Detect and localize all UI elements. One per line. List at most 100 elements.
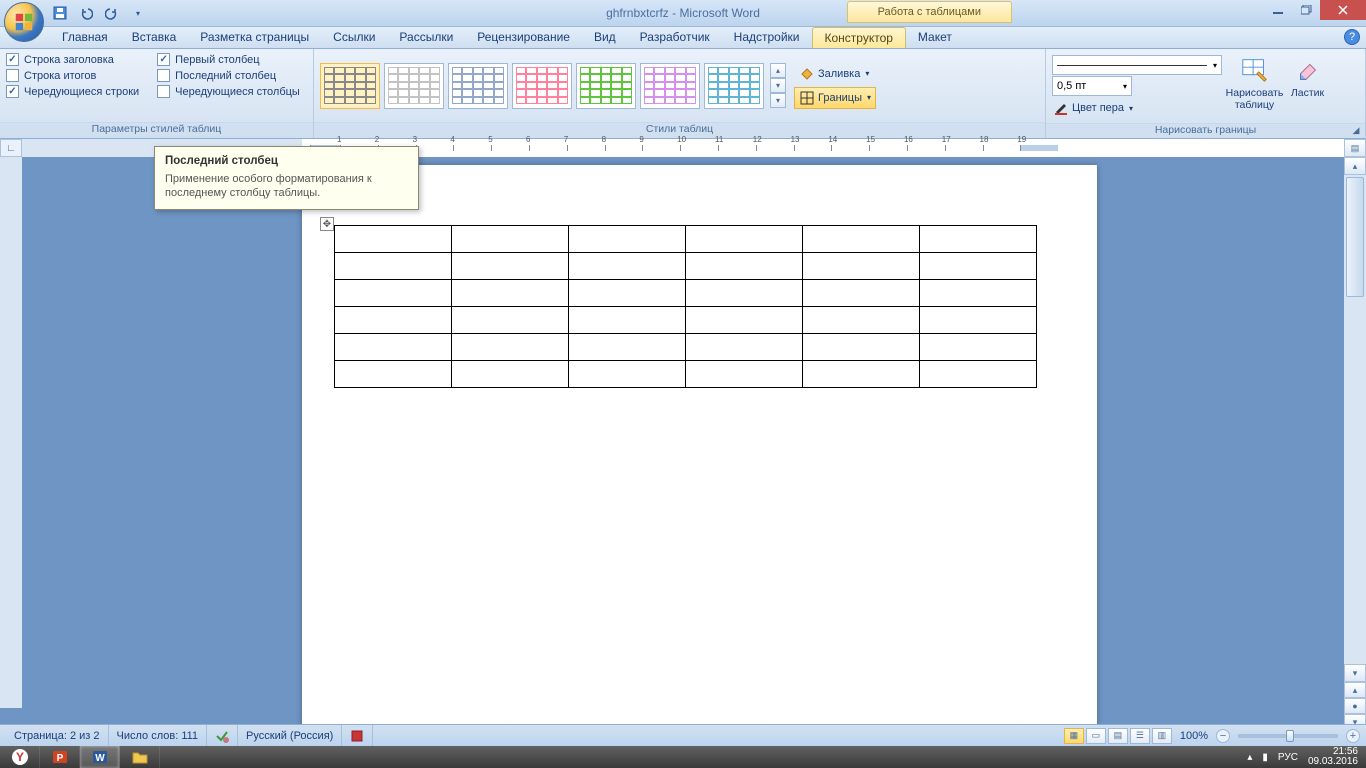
tab-table-design[interactable]: Конструктор [812,27,906,48]
pen-color-button[interactable]: Цвет пера▾ [1052,97,1222,119]
vertical-ruler[interactable] [0,157,22,708]
view-outline-icon[interactable]: ☰ [1130,728,1150,744]
view-print-layout-icon[interactable]: ▦ [1064,728,1084,744]
chk-total-row[interactable]: Строка итогов [6,69,139,82]
style-thumb[interactable] [448,63,508,109]
tab-table-layout[interactable]: Макет [906,27,964,48]
scroll-down-icon[interactable]: ▾ [1344,664,1366,682]
style-thumb[interactable] [576,63,636,109]
tab-addins[interactable]: Надстройки [722,27,812,48]
btn-label: Цвет пера [1072,102,1124,114]
prev-page-icon[interactable]: ▴ [1344,682,1366,698]
document-area: ✥ [22,157,1344,730]
restore-button[interactable] [1292,0,1320,20]
dialog-launcher-icon[interactable]: ◢ [1349,123,1363,137]
chk-label: Чередующиеся строки [24,86,139,98]
group-label: Нарисовать границы [1046,123,1365,138]
chk-last-col[interactable]: Последний столбец [157,69,300,82]
redo-icon[interactable] [102,3,122,23]
tooltip-body: Применение особого форматирования к посл… [165,172,408,201]
tray-battery-icon[interactable]: ▮ [1262,752,1268,763]
quick-access-toolbar: ▾ [50,0,148,26]
ruler-toggle-icon[interactable]: ▤ [1344,139,1366,157]
borders-button[interactable]: Границы▾ [794,87,876,109]
scroll-track[interactable] [1344,299,1366,664]
zoom-slider[interactable] [1238,734,1338,738]
tab-view[interactable]: Вид [582,27,628,48]
style-thumb[interactable] [320,63,380,109]
draw-table-button[interactable]: Нарисовать таблицу [1228,53,1281,113]
group-label: Параметры стилей таблиц [0,122,313,138]
gallery-down-icon[interactable]: ▾ [770,78,786,93]
zoom-in-button[interactable]: + [1346,729,1360,743]
style-thumb[interactable] [512,63,572,109]
tab-home[interactable]: Главная [50,27,120,48]
browse-object-icon[interactable]: ● [1344,698,1366,714]
tab-selector[interactable]: ∟ [0,139,22,157]
page[interactable]: ✥ [302,165,1097,730]
taskbar-powerpoint-icon[interactable]: P [40,746,80,768]
status-proofing[interactable] [207,725,238,746]
gallery-more-icon[interactable]: ▾ [770,93,786,108]
eraser-button[interactable]: Ластик [1281,53,1334,113]
undo-icon[interactable] [76,3,96,23]
chk-banded-cols[interactable]: Чередующиеся столбцы [157,85,300,98]
chk-label: Строка итогов [24,70,96,82]
chk-label: Первый столбец [175,54,259,66]
zoom-out-button[interactable]: − [1216,729,1230,743]
vertical-scrollbar[interactable]: ▤ ▴ ▾ ▴ ● ▾ [1344,139,1366,730]
chk-header-row[interactable]: ✓Строка заголовка [6,53,139,66]
scroll-up-icon[interactable]: ▴ [1344,157,1366,175]
table-move-handle-icon[interactable]: ✥ [320,217,334,231]
ribbon: ✓Строка заголовка Строка итогов ✓Чередую… [0,49,1366,139]
save-icon[interactable] [50,3,70,23]
status-word-count[interactable]: Число слов: 111 [109,725,208,746]
tab-references[interactable]: Ссылки [321,27,387,48]
style-thumb[interactable] [384,63,444,109]
chk-label: Последний столбец [175,70,276,82]
zoom-slider-thumb[interactable] [1286,730,1294,742]
btn-label: Границы [818,92,862,104]
tab-review[interactable]: Рецензирование [465,27,582,48]
view-fullscreen-icon[interactable]: ▭ [1086,728,1106,744]
minimize-button[interactable] [1264,0,1292,20]
qat-customize-icon[interactable]: ▾ [128,3,148,23]
tab-pagelayout[interactable]: Разметка страницы [188,27,321,48]
zoom-level[interactable]: 100% [1180,730,1208,742]
shading-button[interactable]: Заливка▾ [794,63,876,85]
status-macro-icon[interactable] [342,725,373,746]
tab-developer[interactable]: Разработчик [628,27,722,48]
status-language[interactable]: Русский (Россия) [238,725,342,746]
chk-label: Строка заголовка [24,54,114,66]
document-table[interactable] [334,225,1037,388]
group-table-styles: ▴ ▾ ▾ Заливка▾ Границы▾ Стили таблиц [314,49,1046,138]
view-web-icon[interactable]: ▤ [1108,728,1128,744]
tab-mailings[interactable]: Рассылки [387,27,465,48]
table-styles-gallery[interactable]: ▴ ▾ ▾ [320,63,786,109]
status-page[interactable]: Страница: 2 из 2 [6,725,109,746]
windows-taskbar: Y P W ▴ ▮ РУС 21:56 09.03.2016 [0,746,1366,768]
chk-first-col[interactable]: ✓Первый столбец [157,53,300,66]
gallery-up-icon[interactable]: ▴ [770,63,786,78]
view-draft-icon[interactable]: ▥ [1152,728,1172,744]
svg-text:Y: Y [15,750,23,764]
chk-banded-rows[interactable]: ✓Чередующиеся строки [6,85,139,98]
taskbar-explorer-icon[interactable] [120,746,160,768]
tray-show-hidden-icon[interactable]: ▴ [1247,752,1252,763]
pen-weight-combo[interactable]: 0,5 пт▾ [1052,76,1132,96]
scroll-thumb[interactable] [1346,177,1364,297]
help-button[interactable]: ? [1344,29,1360,45]
tray-language[interactable]: РУС [1278,752,1298,763]
style-thumb[interactable] [704,63,764,109]
tab-insert[interactable]: Вставка [120,27,189,48]
tray-date: 09.03.2016 [1308,757,1358,767]
tray-clock[interactable]: 21:56 09.03.2016 [1308,747,1358,767]
taskbar-word-icon[interactable]: W [80,746,120,768]
office-button[interactable] [4,2,44,42]
taskbar-yandex-icon[interactable]: Y [0,746,40,768]
close-button[interactable] [1320,0,1366,20]
style-thumb[interactable] [640,63,700,109]
ruler-scale: 12345678910111213141516171819 [302,139,1366,157]
pen-style-combo[interactable]: ▾ [1052,55,1222,75]
svg-text:P: P [56,753,63,764]
